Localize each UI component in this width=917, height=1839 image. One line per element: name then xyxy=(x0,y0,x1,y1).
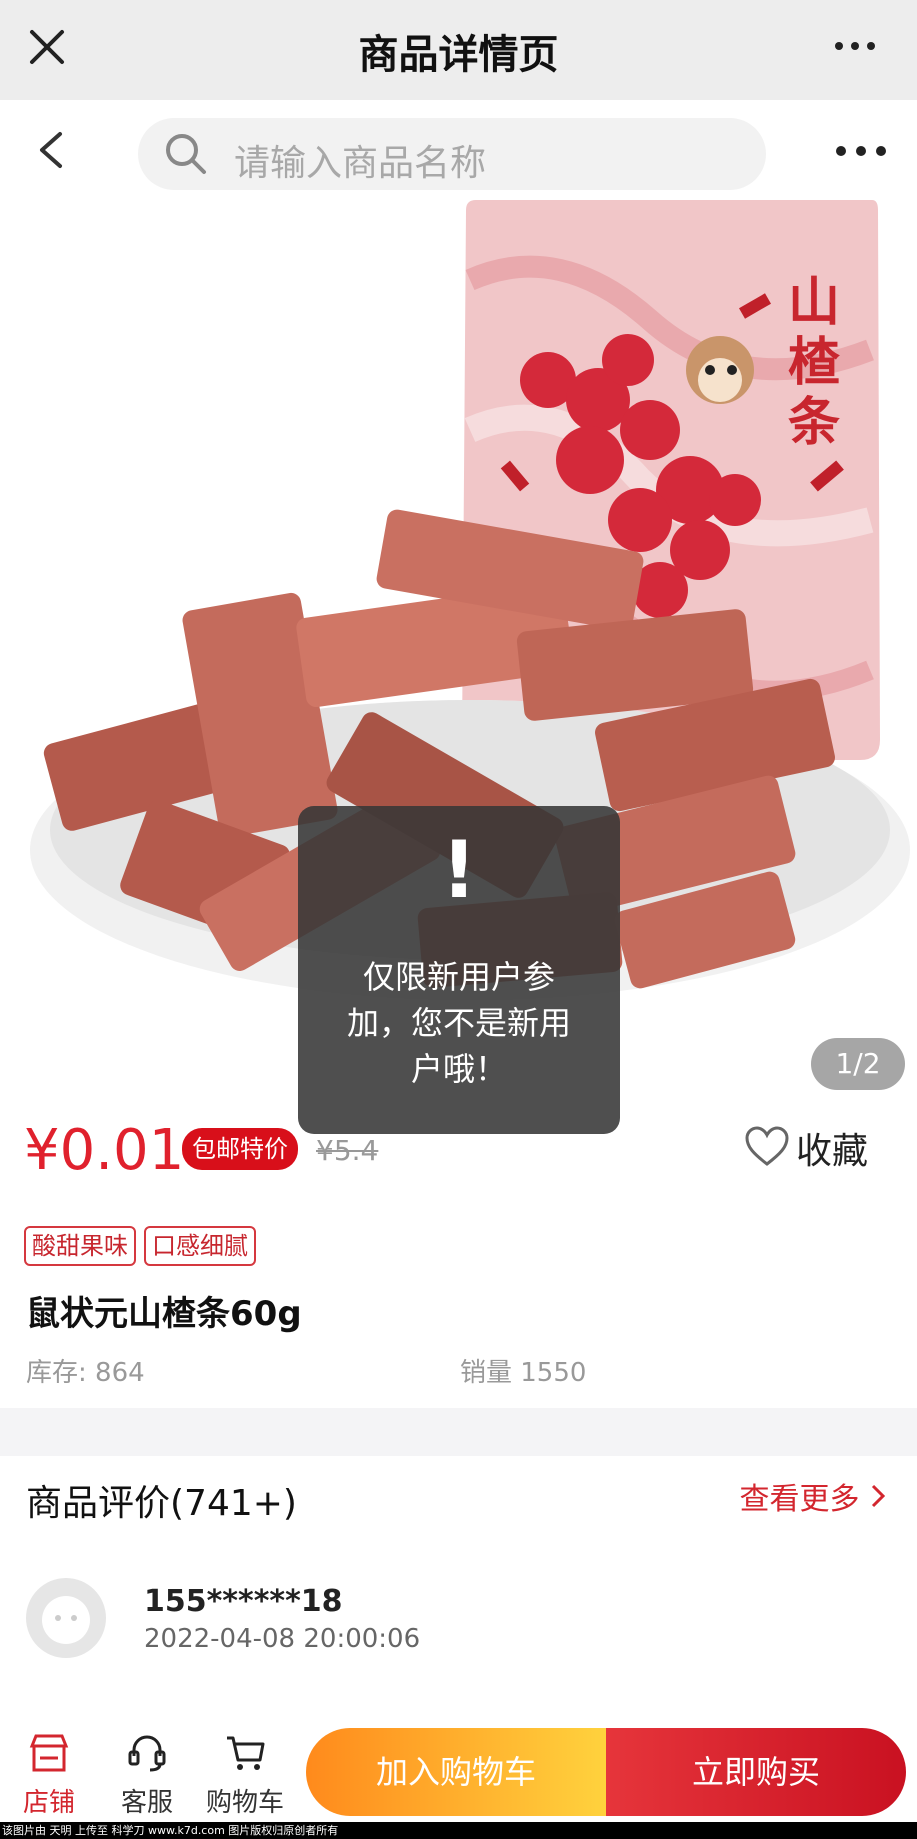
svg-text:条: 条 xyxy=(788,393,840,453)
cart-label: 购物车 xyxy=(205,1788,284,1818)
section-divider xyxy=(0,1408,917,1456)
product-name: 鼠状元山楂条60g xyxy=(26,1294,302,1334)
search-input[interactable]: 请输入商品名称 xyxy=(138,118,766,190)
chevron-right-icon xyxy=(871,1484,886,1508)
svg-text:楂: 楂 xyxy=(788,333,840,393)
tag: 酸甜果味 xyxy=(24,1226,136,1266)
review-time: 2022-04-08 20:00:06 xyxy=(144,1624,421,1654)
heart-icon xyxy=(745,1126,789,1166)
headset-icon xyxy=(128,1735,166,1772)
reviewer-name: 155******18 xyxy=(144,1584,343,1619)
search-icon xyxy=(166,134,206,174)
store-button[interactable]: 店铺 xyxy=(4,1718,94,1826)
favorite-label: 收藏 xyxy=(796,1131,869,1172)
tag: 口感细腻 xyxy=(144,1226,256,1266)
title-bar: 商品详情页 xyxy=(0,0,917,100)
service-label: 客服 xyxy=(120,1788,173,1818)
search-row: 请输入商品名称 xyxy=(0,100,917,200)
cart-button[interactable]: 购物车 xyxy=(200,1718,290,1826)
toast-text: 仅限新用户参加，您不是新用户哦！ xyxy=(346,958,571,1088)
see-more-label: 查看更多 xyxy=(739,1482,860,1517)
buy-now-button[interactable]: 立即购买 xyxy=(606,1728,906,1816)
stock-count: 库存: 864 xyxy=(26,1358,145,1388)
sales-count: 销量 1550 xyxy=(460,1358,587,1388)
image-pager: 1/2 xyxy=(811,1038,905,1090)
add-to-cart-button[interactable]: 加入购物车 xyxy=(306,1728,606,1816)
back-icon[interactable] xyxy=(36,130,66,170)
bottom-action-bar: 店铺 客服 购物车 加入购物车 立即购买 xyxy=(0,1718,917,1826)
cart-icon xyxy=(227,1736,265,1770)
service-button[interactable]: 客服 xyxy=(102,1718,192,1826)
review-section-title: 商品评价(741+) xyxy=(26,1483,297,1524)
see-more-link[interactable]: 查看更多 xyxy=(739,1474,887,1518)
svg-text:山: 山 xyxy=(788,273,840,333)
product-tags: 酸甜果味 口感细腻 xyxy=(24,1226,264,1266)
watermark-text: 该图片由 天明 上传至 科学刀 www.k7d.com 图片版权归原创者所有 xyxy=(0,1822,917,1839)
special-badge: 包邮特价 xyxy=(182,1128,298,1170)
toast-message: ! 仅限新用户参加，您不是新用户哦！ xyxy=(298,806,620,1134)
store-label: 店铺 xyxy=(22,1788,75,1818)
exclamation-icon: ! xyxy=(441,826,477,916)
more-dots-icon[interactable] xyxy=(833,34,877,58)
original-price: ¥5.4 xyxy=(316,1134,379,1167)
page-title: 商品详情页 xyxy=(358,32,559,78)
search-placeholder: 请输入商品名称 xyxy=(234,143,487,184)
product-price: ¥0.01 xyxy=(24,1118,185,1183)
menu-dots-icon[interactable] xyxy=(835,142,887,160)
store-icon xyxy=(29,1734,69,1772)
avatar xyxy=(26,1578,106,1658)
